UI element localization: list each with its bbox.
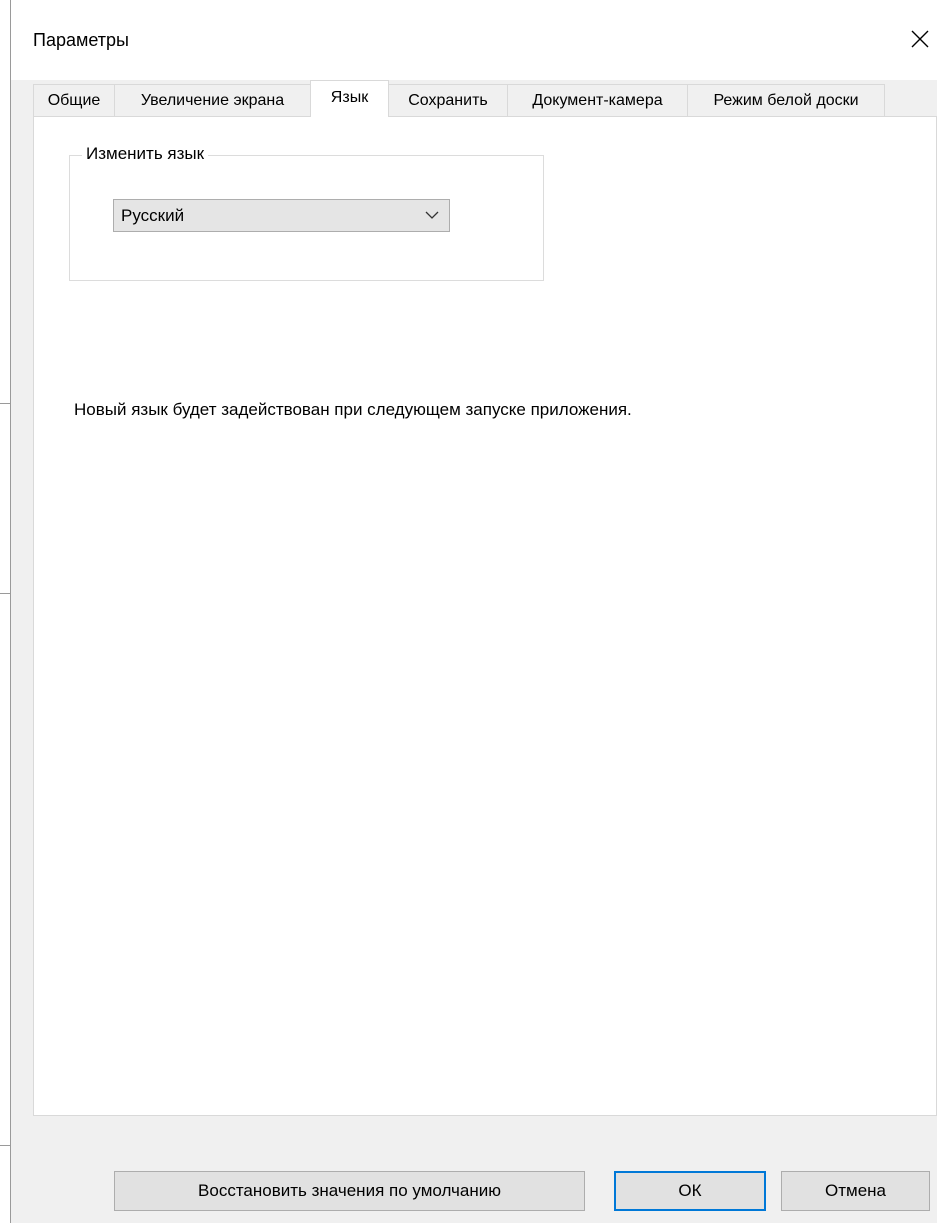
tab-screen-zoom[interactable]: Увеличение экрана (114, 84, 311, 116)
tab-label: Язык (330, 89, 369, 106)
tab-general[interactable]: Общие (33, 84, 115, 116)
cancel-button[interactable]: Отмена (781, 1171, 930, 1211)
restart-notice: Новый язык будет задействован при следую… (74, 400, 632, 419)
language-select[interactable]: Русский (113, 199, 450, 232)
tab-label: Документ-камера (532, 92, 663, 109)
group-label: Изменить язык (82, 144, 209, 164)
close-icon (911, 30, 929, 48)
ok-button[interactable]: ОК (614, 1171, 766, 1211)
language-select-value: Русский (121, 206, 185, 225)
window-title: Параметры (33, 30, 129, 50)
tab-document-camera[interactable]: Документ-камера (507, 84, 688, 116)
tab-label: Режим белой доски (713, 92, 859, 109)
chevron-down-icon (425, 211, 439, 219)
settings-dialog: Параметры Общие Увеличение экрана Язык С… (11, 0, 937, 1223)
tab-strip: Общие Увеличение экрана Язык Сохранить Д… (33, 80, 937, 117)
tab-label: Сохранить (408, 92, 488, 109)
tab-label: Общие (47, 92, 101, 109)
change-language-group: Изменить язык Русский (69, 144, 544, 281)
tab-whiteboard-mode[interactable]: Режим белой доски (687, 84, 885, 116)
title-bar: Параметры (11, 0, 937, 80)
tab-save[interactable]: Сохранить (388, 84, 508, 116)
restore-defaults-button[interactable]: Восстановить значения по умолчанию (114, 1171, 585, 1211)
tab-label: Увеличение экрана (140, 92, 285, 109)
close-button[interactable] (897, 20, 937, 60)
tab-panel-language: Изменить язык Русский Новый язык будет з… (33, 116, 937, 1116)
tab-language[interactable]: Язык (310, 80, 389, 117)
